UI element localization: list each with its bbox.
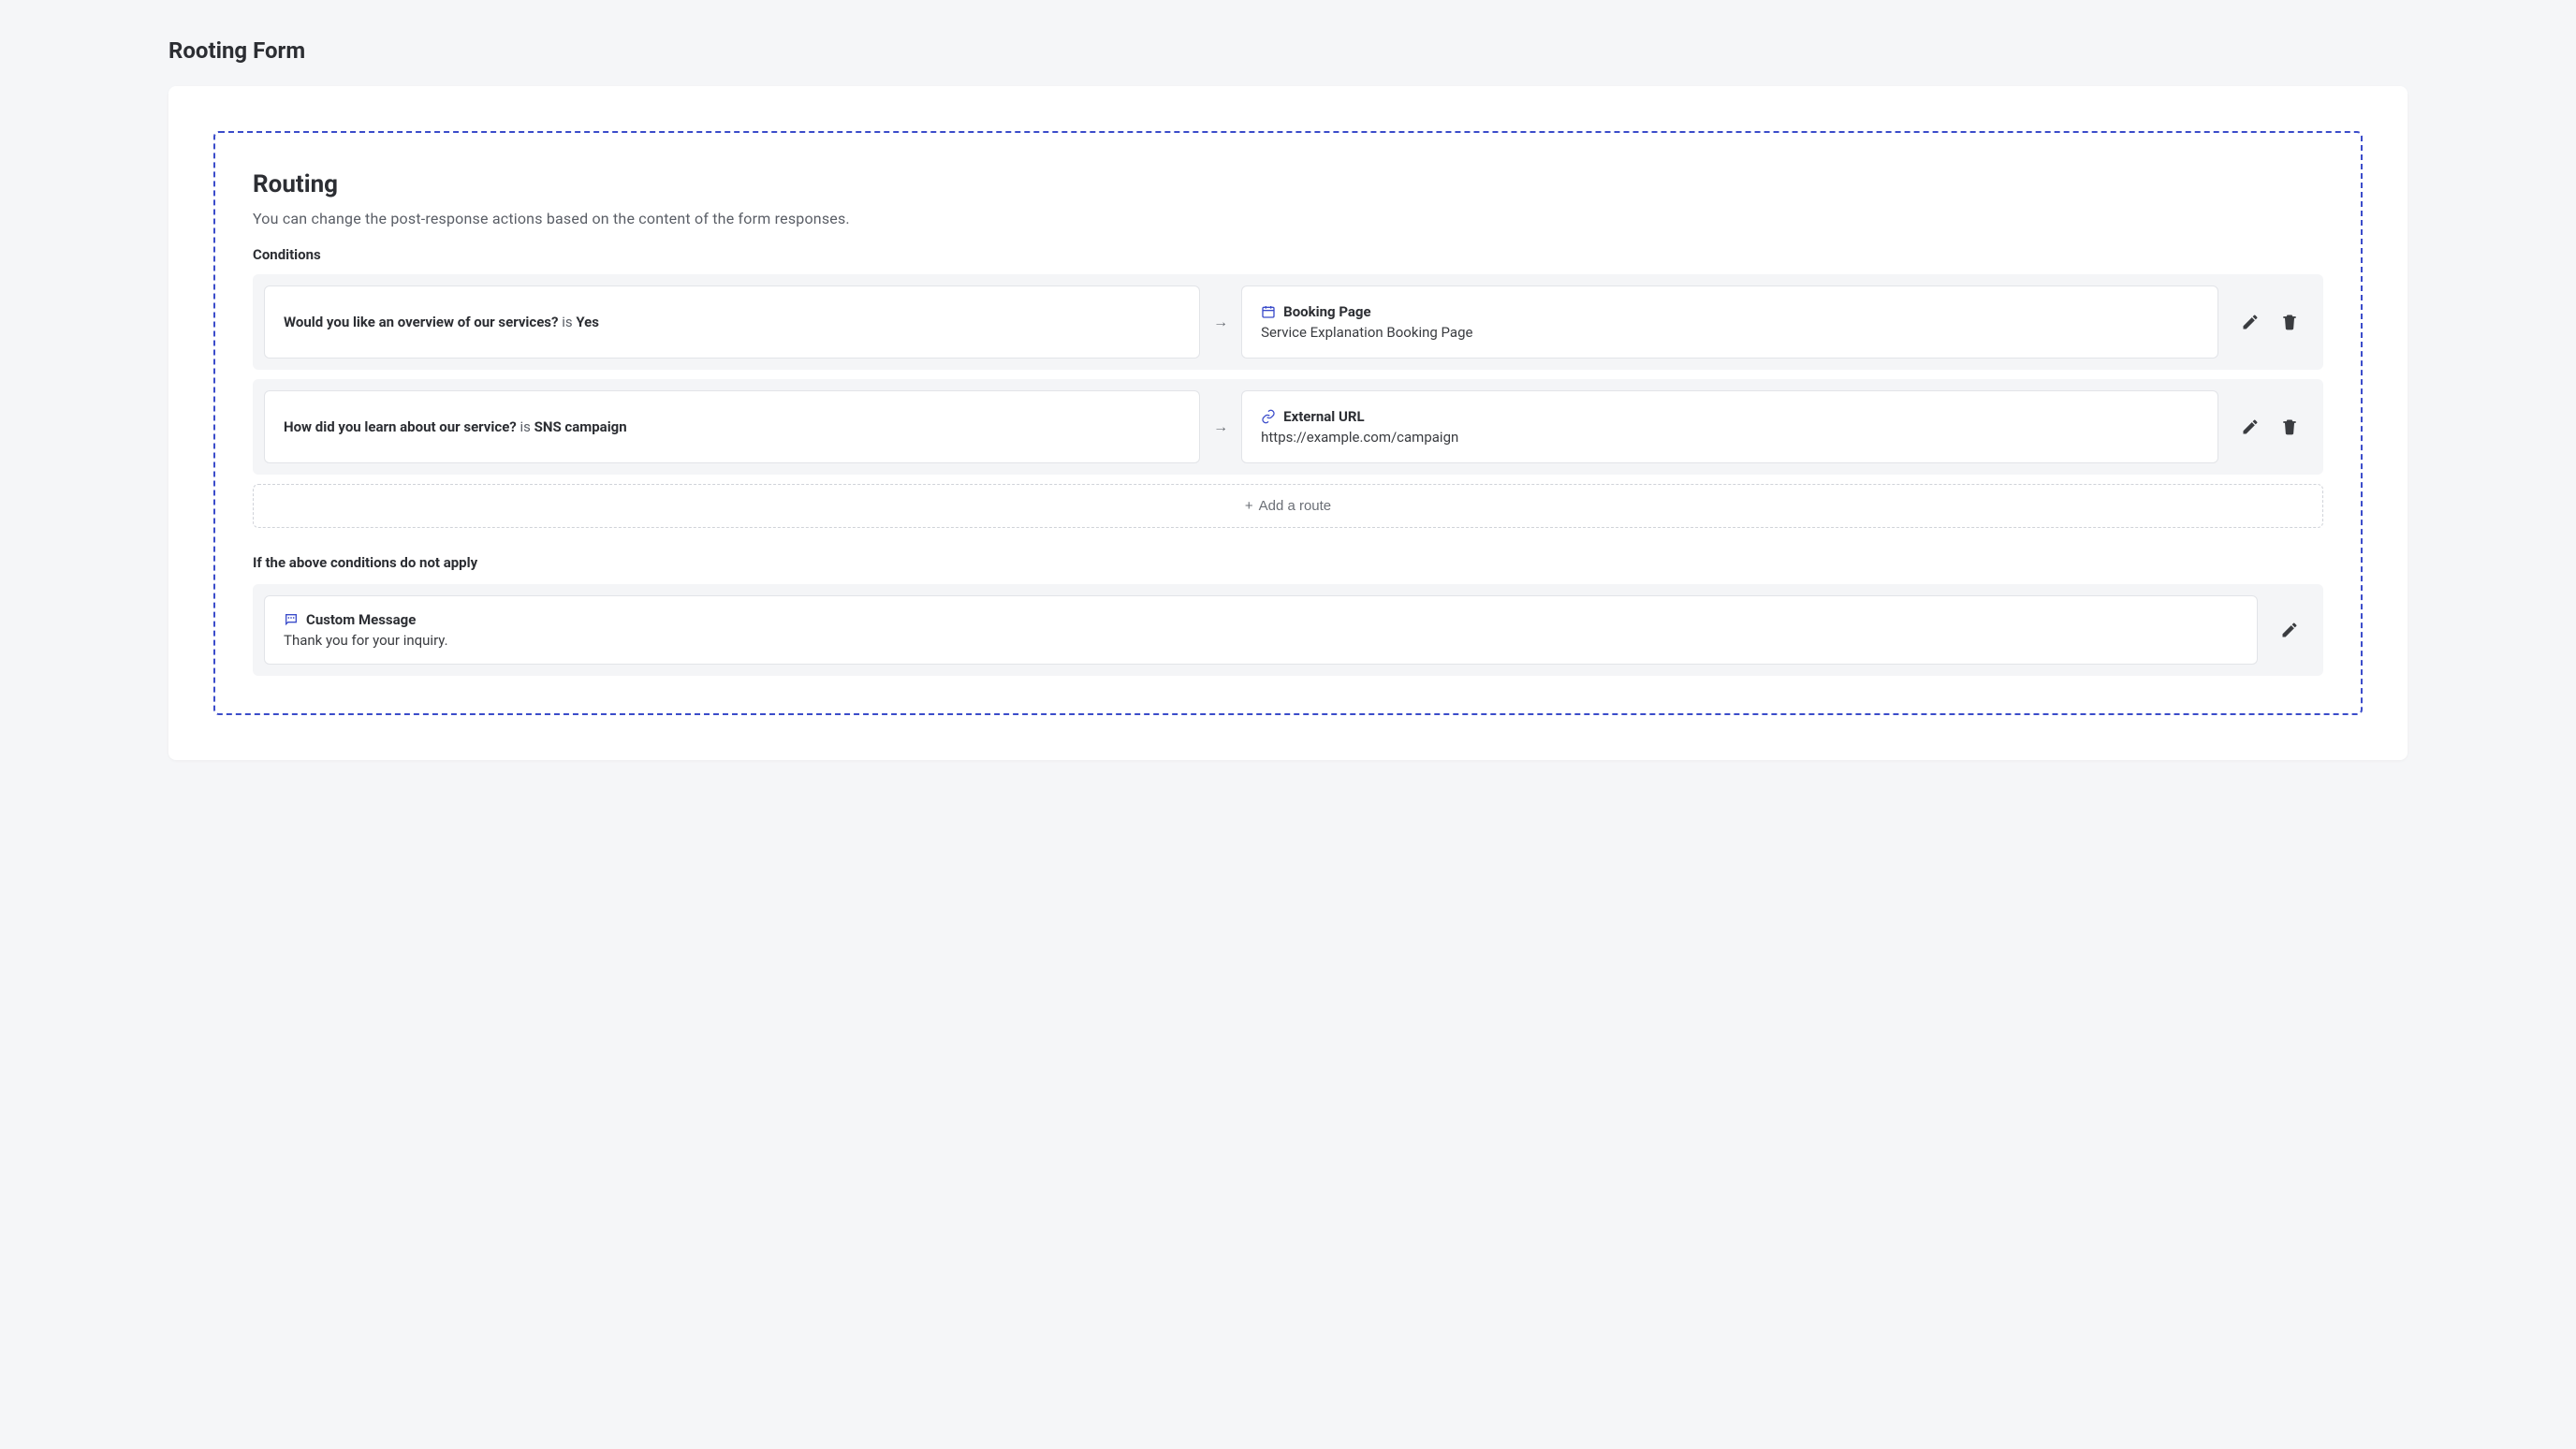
routing-card: Routing You can change the post-response… <box>168 86 2408 760</box>
fallback-row: Custom Message Thank you for your inquir… <box>253 584 2323 676</box>
conditions-label: Conditions <box>253 246 2323 263</box>
trash-icon <box>2280 417 2299 436</box>
arrow-icon: → <box>1209 390 1232 463</box>
edit-button[interactable] <box>2237 414 2263 440</box>
edit-button[interactable] <box>2237 309 2263 335</box>
route-actions <box>2228 390 2312 463</box>
link-icon <box>1261 409 1276 424</box>
routing-section: Routing You can change the post-response… <box>213 131 2363 715</box>
action-header: External URL <box>1261 408 2199 425</box>
pencil-icon <box>2241 313 2260 331</box>
delete-button[interactable] <box>2276 414 2303 440</box>
fallback-detail: Thank you for your inquiry. <box>284 632 2238 649</box>
route-row: How did you learn about our service? is … <box>253 379 2323 475</box>
trash-icon <box>2280 313 2299 331</box>
route-row: Would you like an overview of our servic… <box>253 274 2323 370</box>
add-route-button[interactable]: + Add a route <box>253 484 2323 528</box>
action-type-label: Booking Page <box>1283 303 1370 320</box>
message-icon <box>284 612 299 627</box>
condition-question: How did you learn about our service? <box>284 418 517 435</box>
fallback-label: If the above conditions do not apply <box>253 554 2323 571</box>
condition-value: Yes <box>576 314 599 330</box>
condition-value: SNS campaign <box>534 418 627 435</box>
page-title: Rooting Form <box>168 37 2408 64</box>
fallback-actions <box>2267 595 2312 665</box>
pencil-icon <box>2241 417 2260 436</box>
condition-box: Would you like an overview of our servic… <box>264 285 1200 359</box>
action-detail: Service Explanation Booking Page <box>1261 324 2199 341</box>
add-route-label: Add a route <box>1259 498 1332 514</box>
condition-operator: is <box>520 418 531 435</box>
condition-operator: is <box>562 314 572 330</box>
action-detail: https://example.com/campaign <box>1261 429 2199 446</box>
routing-title: Routing <box>253 170 2323 198</box>
action-box: Booking Page Service Explanation Booking… <box>1241 285 2218 359</box>
action-type-label: External URL <box>1283 408 1364 425</box>
pencil-icon <box>2280 621 2299 639</box>
action-box: External URL https://example.com/campaig… <box>1241 390 2218 463</box>
plus-icon: + <box>1245 498 1253 514</box>
route-actions <box>2228 285 2312 359</box>
edit-button[interactable] <box>2276 617 2303 643</box>
delete-button[interactable] <box>2276 309 2303 335</box>
condition-question: Would you like an overview of our servic… <box>284 314 558 330</box>
action-header: Booking Page <box>1261 303 2199 320</box>
condition-text: Would you like an overview of our servic… <box>284 312 1180 333</box>
fallback-header: Custom Message <box>284 611 2238 628</box>
fallback-box: Custom Message Thank you for your inquir… <box>264 595 2258 665</box>
arrow-icon: → <box>1209 285 1232 359</box>
condition-text: How did you learn about our service? is … <box>284 417 1180 438</box>
fallback-type-label: Custom Message <box>306 611 416 628</box>
condition-box: How did you learn about our service? is … <box>264 390 1200 463</box>
calendar-icon <box>1261 304 1276 319</box>
routing-description: You can change the post-response actions… <box>253 210 2323 227</box>
